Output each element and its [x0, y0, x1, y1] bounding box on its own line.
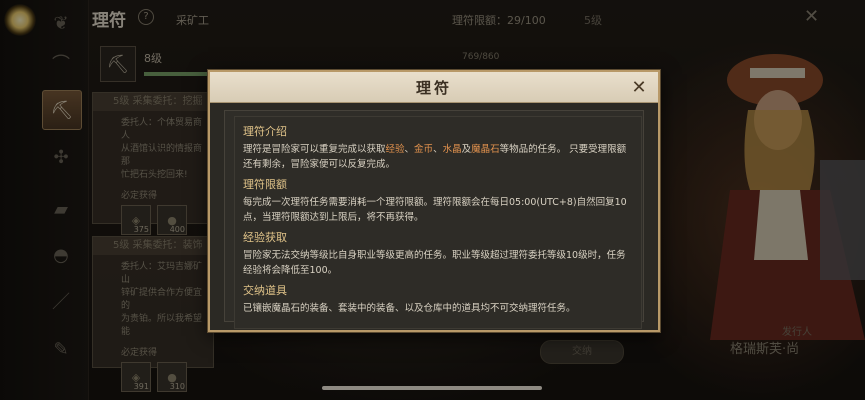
home-indicator[interactable]: [322, 386, 542, 390]
section-title: 理符限额: [243, 178, 287, 191]
section-text: 理符是冒险家可以重复完成以获取经验、金币、水晶及魔晶石等物品的任务。 只要受理限…: [243, 142, 633, 172]
section-title: 经验获取: [243, 231, 287, 244]
section-text: 冒险家无法交纳等级比自身职业等级更高的任务。职业等级超过理符委托等级10级时，任…: [243, 250, 626, 276]
section-text: 每完成一次理符任务需要消耗一个理符限额。理符限额会在每日05:00(UTC+8)…: [243, 197, 627, 223]
dialog-title: 理符: [415, 79, 452, 97]
section: 经验获取 冒险家无法交纳等级比自身职业等级更高的任务。职业等级超过理符委托等级1…: [243, 229, 633, 278]
highlight-gold: 金币: [414, 144, 434, 155]
text-run: 、: [433, 144, 443, 155]
highlight-crystal: 水晶: [442, 144, 462, 155]
dialog-content: 理符介绍 理符是冒险家可以重复完成以获取经验、金币、水晶及魔晶石等物品的任务。 …: [234, 116, 642, 329]
dialog-header: 理符 ✕: [210, 72, 658, 103]
text-run: 理符是冒险家可以重复完成以获取: [243, 144, 386, 155]
section-text: 已镶嵌魔晶石的装备、套装中的装备、以及仓库中的道具均不可交纳理符任务。: [243, 303, 576, 314]
text-run: 、: [404, 144, 415, 155]
section: 理符限额 每完成一次理符任务需要消耗一个理符限额。理符限额会在每日05:00(U…: [243, 176, 633, 225]
section: 交纳道具 已镶嵌魔晶石的装备、套装中的装备、以及仓库中的道具均不可交纳理符任务。: [243, 282, 633, 316]
highlight-exp: 经验: [385, 144, 405, 155]
text-run: 及: [461, 144, 472, 155]
highlight-materia: 魔晶石: [471, 144, 500, 155]
section: 理符介绍 理符是冒险家可以重复完成以获取经验、金币、水晶及魔晶石等物品的任务。 …: [243, 123, 633, 172]
close-icon[interactable]: ✕: [628, 76, 650, 98]
section-title: 交纳道具: [243, 284, 287, 297]
section-title: 理符介绍: [243, 125, 287, 138]
info-dialog: 理符 ✕ 理符介绍 理符是冒险家可以重复完成以获取经验、金币、水晶及魔晶石等物品…: [208, 70, 660, 332]
